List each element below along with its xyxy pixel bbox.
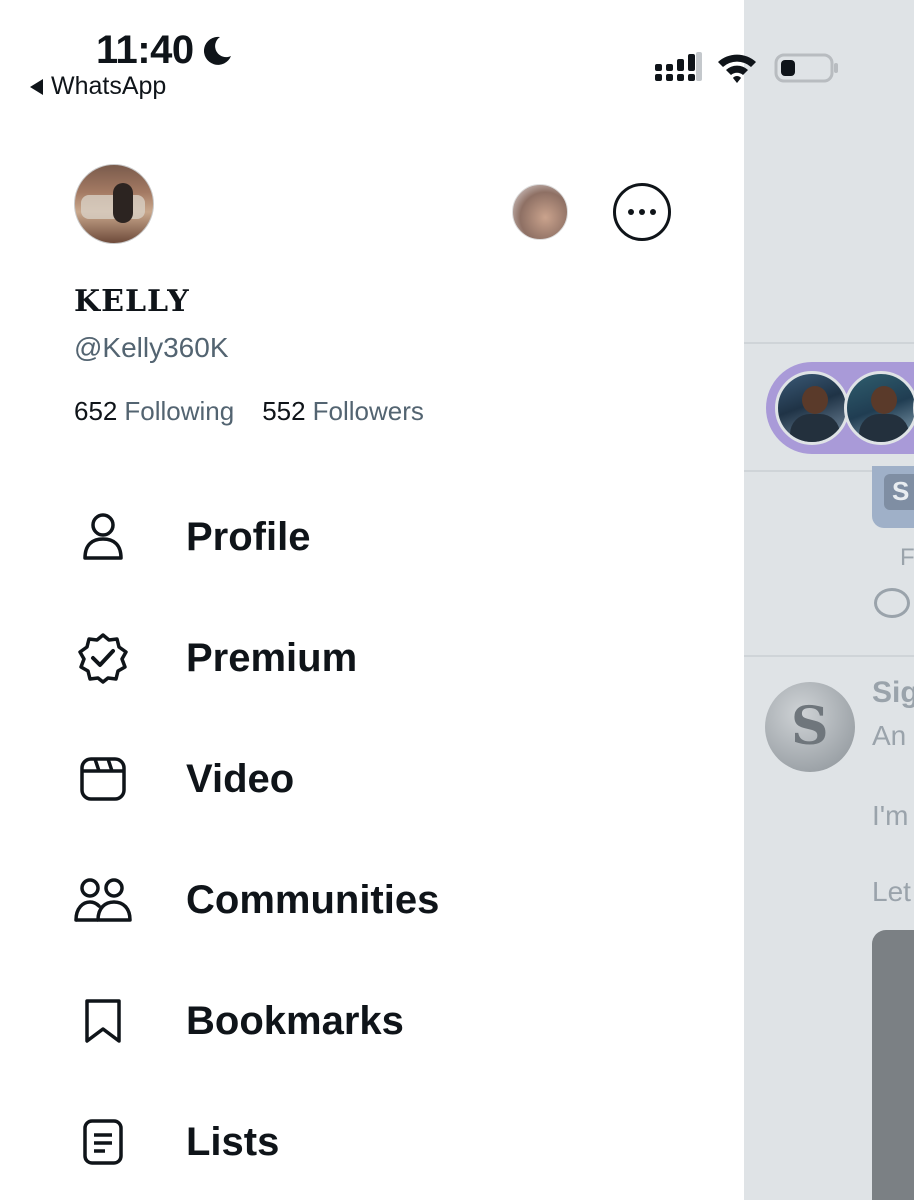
profile-avatar[interactable]: [74, 164, 154, 244]
wifi-icon: [718, 54, 756, 83]
space-host-avatar[interactable]: [844, 371, 914, 445]
followers-label: Followers: [312, 396, 424, 426]
menu-item-premium[interactable]: Premium: [74, 618, 694, 698]
person-icon: [74, 508, 132, 566]
followers-link[interactable]: 552 Followers: [262, 396, 424, 427]
post-author-name[interactable]: Sig: [872, 676, 914, 710]
post-meta-text: F: [900, 544, 914, 571]
post-author-subtitle: An: [872, 720, 907, 751]
menu-label: Lists: [186, 1119, 280, 1164]
signal-icon: [655, 52, 702, 81]
menu-label: Communities: [186, 877, 440, 922]
user-handle[interactable]: @Kelly360K: [74, 332, 229, 364]
following-label: Following: [124, 396, 235, 426]
dot: [639, 209, 645, 215]
follow-stats: 652 Following 552 Followers: [74, 396, 424, 427]
communities-icon: [74, 871, 132, 929]
post-media[interactable]: [872, 930, 914, 1200]
list-icon: [74, 1113, 132, 1171]
post-text-line: Let: [872, 876, 911, 907]
back-app-label: WhatsApp: [51, 72, 167, 100]
bookmark-icon: [74, 992, 132, 1050]
menu-label: Video: [186, 756, 295, 801]
following-link[interactable]: 652 Following: [74, 396, 234, 427]
switch-account-avatar[interactable]: [512, 184, 568, 240]
side-drawer: 11:40 WhatsApp KELLY @Kelly360K 652 Follo: [0, 0, 838, 1200]
status-time: 11:40: [96, 28, 194, 72]
following-count: 652: [74, 396, 118, 426]
video-icon: [74, 750, 132, 808]
verified-badge-icon: [74, 629, 132, 687]
menu-label: Premium: [186, 635, 358, 680]
back-caret-icon: [30, 78, 43, 95]
menu-item-profile[interactable]: Profile: [74, 497, 694, 577]
menu-item-video[interactable]: Video: [74, 739, 694, 819]
menu-label: Profile: [186, 514, 311, 559]
back-to-app-link[interactable]: WhatsApp: [30, 72, 166, 101]
menu-item-lists[interactable]: Lists: [74, 1102, 694, 1182]
followers-count: 552: [262, 396, 306, 426]
display-name[interactable]: KELLY: [74, 284, 190, 319]
post-author-avatar[interactable]: S: [765, 682, 855, 772]
battery-icon: [774, 53, 838, 83]
space-host-avatar[interactable]: [775, 371, 849, 445]
menu-item-communities[interactable]: Communities: [74, 860, 694, 940]
divider: [744, 655, 914, 657]
reply-icon[interactable]: [874, 588, 910, 618]
post-text-line: I'm: [872, 800, 909, 831]
moon-icon: [203, 36, 231, 65]
dot: [650, 209, 656, 215]
background-timeline: S F S Sig An I'm Let: [744, 0, 914, 1200]
menu-label: Bookmarks: [186, 998, 404, 1043]
spaces-bar[interactable]: [766, 362, 914, 454]
post-card-tag: S: [884, 474, 914, 510]
dot: [628, 209, 634, 215]
menu-item-bookmarks[interactable]: Bookmarks: [74, 981, 694, 1061]
divider: [744, 342, 914, 344]
more-options-button[interactable]: [613, 183, 671, 241]
